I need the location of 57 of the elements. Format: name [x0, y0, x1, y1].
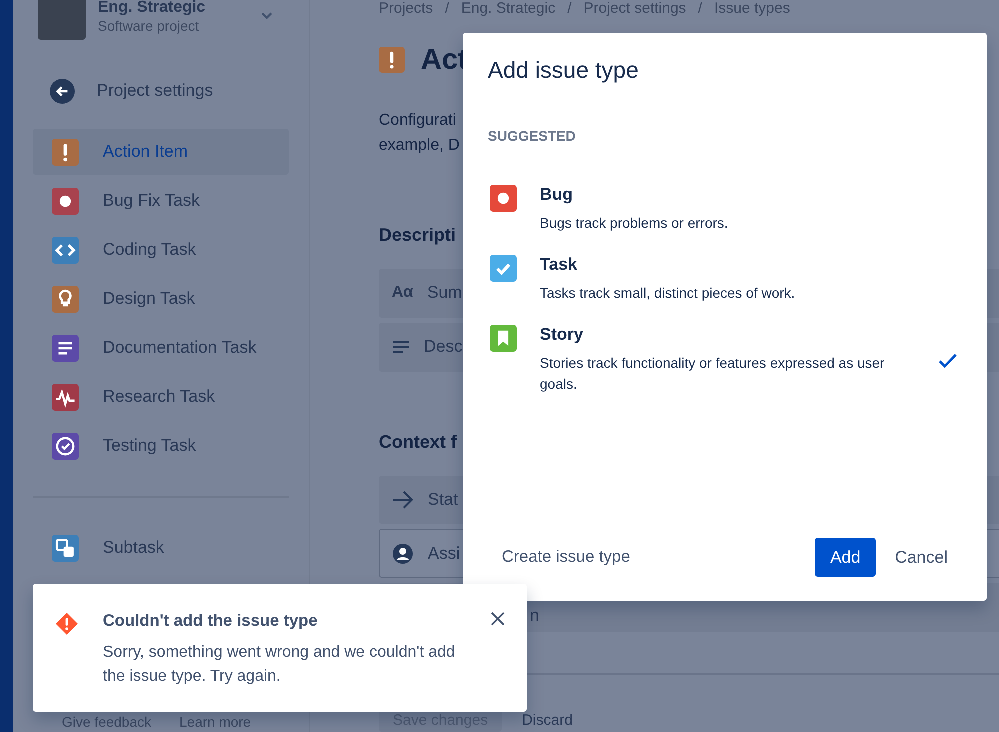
close-button[interactable] — [491, 612, 507, 628]
sidebar-item[interactable]: Subtask — [33, 525, 289, 571]
sidebar-item[interactable]: Testing Task — [33, 423, 289, 469]
section-label: SUGGESTED — [488, 128, 577, 144]
warning-icon — [55, 612, 79, 636]
breadcrumb-separator: / — [445, 0, 450, 18]
sidebar-item-label: Documentation Task — [103, 338, 257, 358]
sidebar-item-label: Coding Task — [103, 240, 196, 260]
project-name: Eng. Strategic — [98, 0, 207, 16]
sidebar-item[interactable]: Bug Fix Task — [33, 178, 289, 224]
breadcrumb-separator: / — [698, 0, 702, 18]
option-name: Story — [540, 325, 584, 345]
sidebar-item[interactable]: Design Task — [33, 276, 289, 322]
project-type: Software project — [98, 16, 200, 34]
cancel-button[interactable]: Cancel — [895, 548, 948, 568]
option-description: Tasks track small, distinct pieces of work. — [540, 284, 796, 303]
issue-type-option[interactable]: Task Tasks track small, distinct pieces of work. — [488, 255, 962, 304]
sidebar-item[interactable]: Documentation Task — [33, 325, 289, 371]
footer-link[interactable]: Learn more — [180, 714, 252, 730]
breadcrumb-link[interactable]: Issue types — [714, 0, 790, 18]
person-icon — [392, 542, 414, 565]
breadcrumb-link[interactable]: Project settings — [584, 0, 686, 18]
arrow-right-icon — [392, 491, 414, 510]
issue-type-option[interactable]: Story Stories track functionality or features expressed as user goals. — [488, 325, 962, 395]
dialog-title: Add issue type — [488, 57, 640, 84]
sidebar-item[interactable]: Research Task — [33, 374, 289, 420]
breadcrumb-link[interactable]: Eng. Strategic — [461, 0, 556, 18]
sidebar-item-label: Action Item — [103, 142, 188, 162]
exclamation-icon — [379, 46, 405, 73]
issue-type-option[interactable]: Bug Bugs track problems or errors. — [488, 185, 962, 234]
flag-message: Sorry, something went wrong and we couldn't add the issue type. Try again. — [103, 643, 456, 687]
sidebar-item-label: Bug Fix Task — [103, 191, 200, 211]
create-issue-type-link[interactable]: Create issue type — [502, 548, 630, 567]
back-link[interactable]: Project settings — [33, 68, 289, 114]
option-description: Bugs track problems or errors. — [540, 214, 730, 233]
sidebar-item-label: Testing Task — [103, 436, 196, 456]
sidebar-item[interactable]: Coding Task — [33, 227, 289, 273]
breadcrumb-link[interactable]: Projects — [379, 0, 434, 18]
close-icon — [491, 612, 505, 626]
paragraph-icon — [392, 340, 410, 354]
sidebar-item-label: Subtask — [103, 538, 164, 558]
discard-button[interactable]: Discard — [522, 709, 573, 732]
footer-link[interactable]: Give feedback — [62, 714, 152, 730]
sidebar-item-label: Design Task — [103, 289, 196, 309]
add-button[interactable]: Add — [815, 538, 876, 577]
page-description: Configurati example, D — [379, 110, 460, 156]
flag-title: Couldn't add the issue type — [103, 612, 319, 631]
sidebar-item[interactable]: Action Item — [33, 129, 289, 175]
breadcrumb-separator: / — [568, 0, 572, 18]
option-name: Task — [540, 255, 578, 275]
text-style-icon: Aα — [392, 284, 414, 302]
option-description: Stories track functionality or features expressed as user goals. — [540, 354, 886, 394]
option-name: Bug — [540, 185, 574, 205]
sidebar-item-label: Research Task — [103, 387, 216, 407]
section-heading: Context f — [379, 430, 457, 453]
avatar-placeholder — [38, 0, 86, 40]
section-heading: Descripti — [379, 224, 456, 246]
